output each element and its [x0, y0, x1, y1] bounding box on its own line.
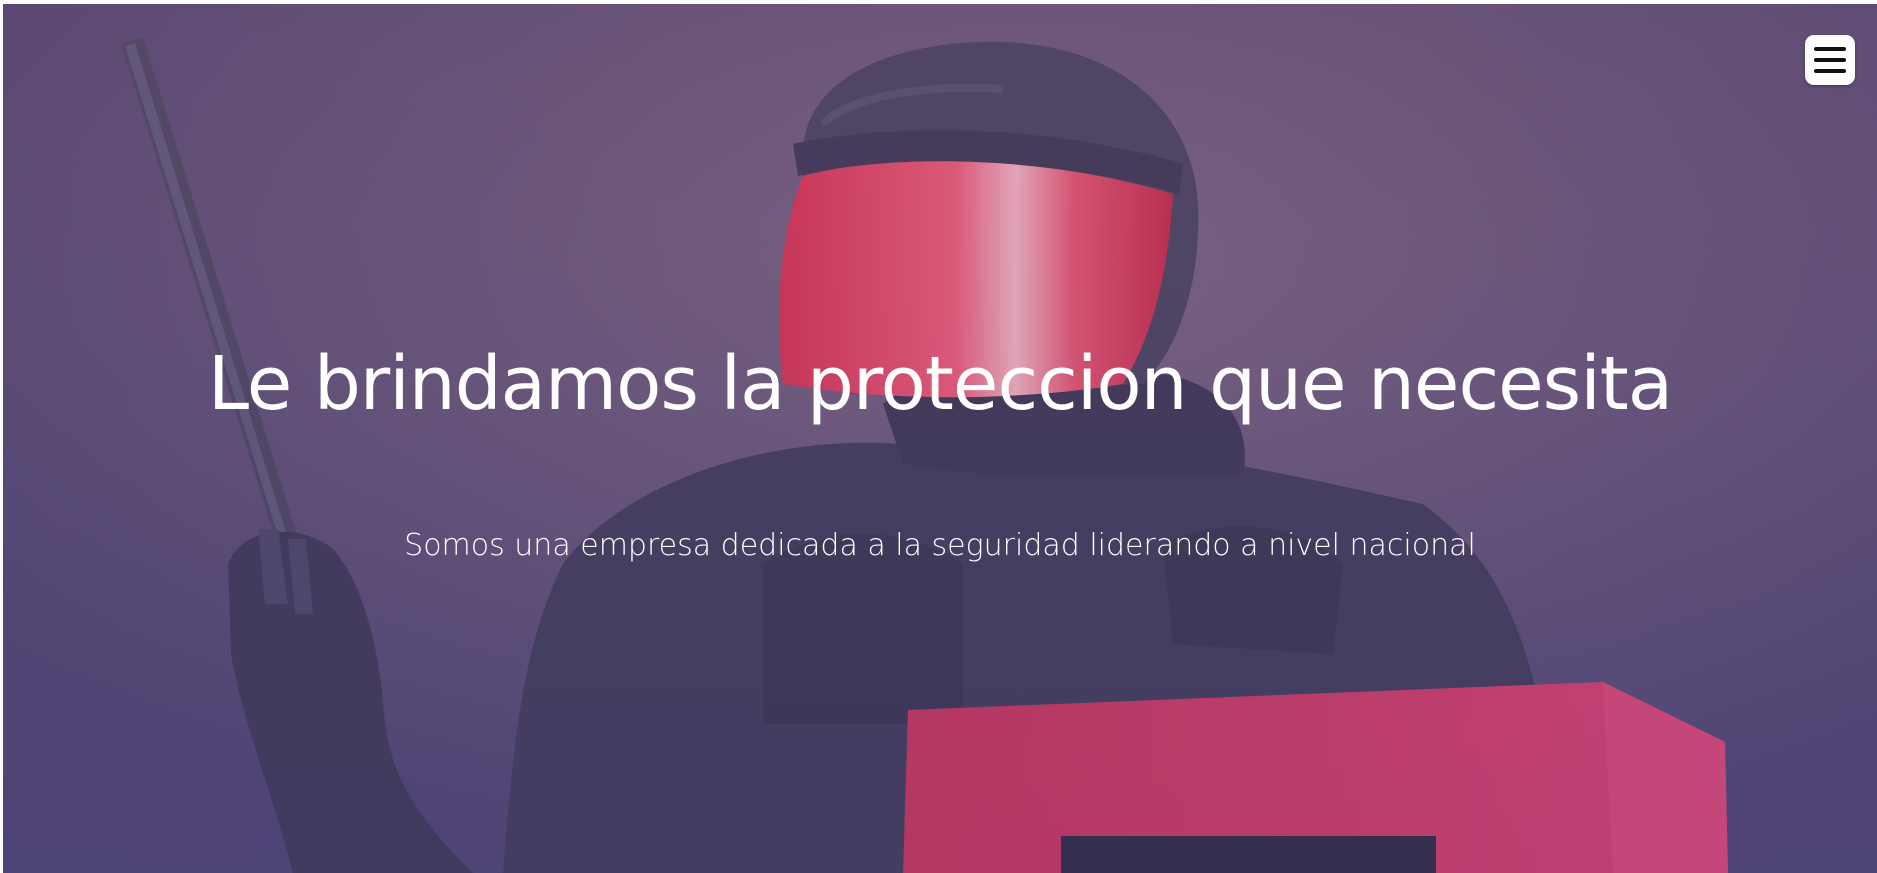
page: Le brindamos la proteccion que necesita …: [0, 0, 1877, 873]
hero-section: Le brindamos la proteccion que necesita …: [3, 4, 1877, 873]
menu-button[interactable]: [1805, 35, 1855, 85]
hero-content: Le brindamos la proteccion que necesita …: [3, 4, 1877, 873]
hero-title: Le brindamos la proteccion que necesita: [207, 341, 1673, 427]
hero-subtitle: Somos una empresa dedicada a la segurida…: [404, 528, 1476, 563]
hamburger-menu-icon: [1814, 47, 1846, 73]
